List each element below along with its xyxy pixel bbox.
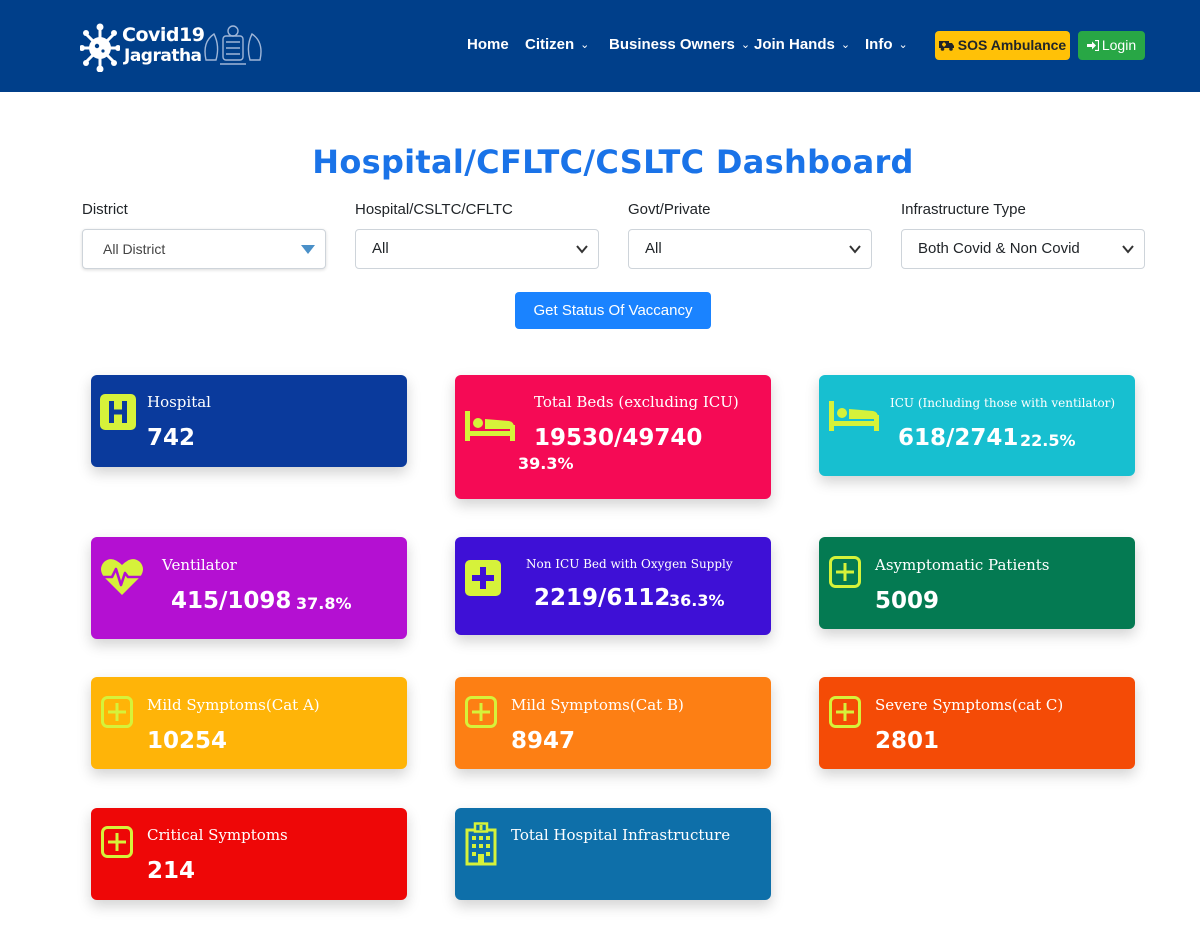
card-cat-b-value: 8947 (511, 728, 576, 754)
covid19-jagratha-logo[interactable]: Covid19 Jagratha (80, 18, 205, 74)
hospital-h-icon (100, 394, 136, 430)
card-cat-c[interactable]: Severe Symptoms(cat C) 2801 (819, 677, 1135, 769)
card-asymptomatic-value: 5009 (875, 588, 940, 614)
logo-text-jagratha: Jagratha (124, 46, 202, 66)
card-ventilator-title: Ventilator (162, 556, 237, 574)
hospital-type-select[interactable]: All (355, 229, 599, 269)
card-total-beds-title: Total Beds (excluding ICU) (534, 393, 739, 411)
nav-join-hands[interactable]: Join Hands ⌄ (754, 36, 850, 53)
card-hospital-value: 742 (147, 425, 196, 451)
card-critical-title: Critical Symptoms (147, 826, 288, 844)
card-critical[interactable]: Critical Symptoms 214 (91, 808, 407, 900)
district-select-value: All District (103, 241, 166, 257)
chevron-down-icon: ⌄ (840, 39, 851, 51)
login-label: Login (1101, 37, 1137, 53)
nav-info[interactable]: Info ⌄ (865, 36, 908, 53)
building-icon (465, 822, 497, 866)
chevron-down-icon: ⌄ (740, 39, 751, 51)
card-total-infrastructure[interactable]: Total Hospital Infrastructure (455, 808, 771, 900)
hospital-type-label: Hospital/CSLTC/CFLTC (355, 201, 513, 218)
card-total-beds-value: 19530/49740 (534, 425, 703, 451)
card-oxygen-beds-title: Non ICU Bed with Oxygen Supply (526, 557, 733, 571)
nav-citizen[interactable]: Citizen ⌄ (525, 36, 589, 53)
nav-home-label: Home (467, 36, 509, 53)
heartbeat-icon (101, 559, 143, 595)
card-cat-c-value: 2801 (875, 728, 940, 754)
card-icu[interactable]: ICU (Including those with ventilator) 61… (819, 375, 1135, 476)
plus-square-icon (465, 560, 501, 596)
top-navbar: Covid19 Jagratha Home Citizen ⌄ Business … (0, 0, 1200, 92)
card-total-infrastructure-title: Total Hospital Infrastructure (511, 826, 731, 844)
card-hospital-title: Hospital (147, 393, 211, 411)
card-icu-value: 618/2741 (898, 425, 1019, 451)
virus-icon (80, 23, 120, 72)
card-hospital[interactable]: Hospital 742 (91, 375, 407, 467)
card-cat-a-value: 10254 (147, 728, 228, 754)
card-total-beds-percent: 39.3% (518, 454, 574, 473)
card-icu-title: ICU (Including those with ventilator) (890, 396, 1116, 410)
chevron-down-icon: ⌄ (580, 39, 590, 51)
card-oxygen-beds[interactable]: Non ICU Bed with Oxygen Supply 2219/6112… (455, 537, 771, 635)
nav-citizen-label: Citizen (525, 36, 575, 53)
infrastructure-type-label: Infrastructure Type (901, 201, 1026, 218)
plus-outline-icon (101, 696, 133, 728)
ownership-select[interactable]: All (628, 229, 872, 269)
card-oxygen-beds-percent: 36.3% (669, 591, 725, 610)
bed-icon (829, 401, 879, 431)
ownership-select-value: All (645, 240, 662, 257)
hospital-type-select-value: All (372, 240, 389, 257)
card-ventilator-value: 415/1098 (171, 588, 292, 614)
plus-outline-icon (465, 696, 497, 728)
kerala-emblem-icon (204, 25, 262, 65)
sign-in-icon (1086, 39, 1099, 52)
sos-ambulance-label: SOS Ambulance (957, 37, 1067, 53)
login-button[interactable]: Login (1078, 31, 1145, 60)
card-cat-a-title: Mild Symptoms(Cat A) (147, 696, 320, 714)
ownership-label: Govt/Private (628, 201, 711, 218)
card-oxygen-beds-value: 2219/6112 (534, 585, 671, 611)
card-cat-c-title: Severe Symptoms(cat C) (875, 696, 1064, 714)
card-icu-percent: 22.5% (1020, 431, 1076, 450)
logo-text-covid19: Covid19 (122, 24, 205, 46)
card-asymptomatic-title: Asymptomatic Patients (875, 556, 1050, 574)
caret-down-icon (301, 245, 315, 254)
card-cat-b[interactable]: Mild Symptoms(Cat B) 8947 (455, 677, 771, 769)
nav-business-owners[interactable]: Business Owners ⌄ (609, 36, 750, 53)
district-select[interactable]: All District (82, 229, 326, 269)
page-title: Hospital/CFLTC/CSLTC Dashboard (312, 143, 914, 181)
card-cat-a[interactable]: Mild Symptoms(Cat A) 10254 (91, 677, 407, 769)
sos-ambulance-button[interactable]: SOS Ambulance (935, 31, 1070, 60)
card-ventilator-percent: 37.8% (296, 594, 352, 613)
chevron-down-icon: ⌄ (898, 39, 908, 51)
infrastructure-type-select-value: Both Covid & Non Covid (918, 240, 1080, 257)
infrastructure-type-select[interactable]: Both Covid & Non Covid (901, 229, 1145, 269)
chevron-down-icon (576, 245, 588, 254)
ambulance-icon (938, 41, 954, 51)
bed-icon (465, 411, 515, 441)
card-ventilator[interactable]: Ventilator 415/1098 37.8% (91, 537, 407, 639)
card-critical-value: 214 (147, 858, 196, 884)
card-total-beds[interactable]: Total Beds (excluding ICU) 19530/49740 3… (455, 375, 771, 499)
district-label: District (82, 201, 128, 218)
plus-outline-icon (829, 696, 861, 728)
nav-info-label: Info (865, 36, 893, 53)
nav-business-owners-label: Business Owners (609, 36, 735, 53)
card-cat-b-title: Mild Symptoms(Cat B) (511, 696, 684, 714)
nav-home[interactable]: Home (467, 36, 509, 53)
chevron-down-icon (849, 245, 861, 254)
plus-outline-icon (829, 556, 861, 588)
get-status-button[interactable]: Get Status Of Vaccancy (515, 292, 711, 329)
card-asymptomatic[interactable]: Asymptomatic Patients 5009 (819, 537, 1135, 629)
chevron-down-icon (1122, 245, 1134, 254)
plus-outline-icon (101, 826, 133, 858)
nav-join-hands-label: Join Hands (754, 36, 835, 53)
